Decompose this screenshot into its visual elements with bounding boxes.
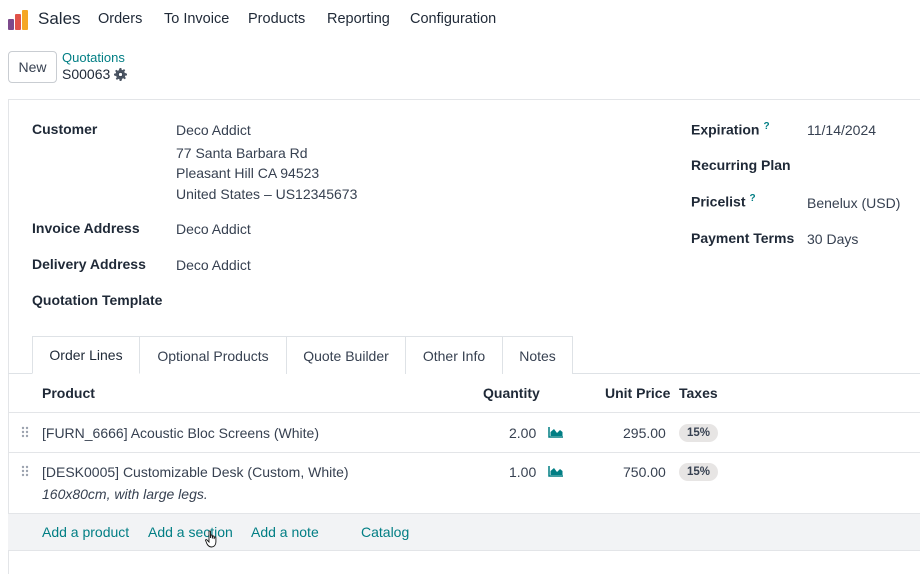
top-navbar: Sales Orders To Invoice Products Reporti… — [0, 0, 920, 40]
tab-order-lines[interactable]: Order Lines — [32, 336, 140, 374]
add-product-link[interactable]: Add a product — [42, 524, 129, 540]
tab-quote-builder[interactable]: Quote Builder — [286, 336, 406, 374]
nav-item-orders[interactable]: Orders — [98, 11, 142, 27]
column-header-product[interactable]: Product — [42, 385, 95, 401]
breadcrumb-quotations[interactable]: Quotations — [62, 50, 125, 65]
invoice-address-field[interactable]: Deco Addict — [176, 221, 251, 237]
pricelist-field[interactable]: Benelux (USD) — [807, 195, 900, 211]
column-header-unit-price[interactable]: Unit Price — [605, 385, 670, 401]
tab-other-info[interactable]: Other Info — [405, 336, 503, 374]
delivery-address-field[interactable]: Deco Addict — [176, 257, 251, 273]
row-1-quantity[interactable]: 2.00 — [509, 425, 536, 441]
add-note-link[interactable]: Add a note — [251, 524, 319, 540]
row-2-product[interactable]: [DESK0005] Customizable Desk (Custom, Wh… — [42, 464, 349, 480]
customer-label: Customer — [32, 121, 98, 137]
customer-country-vat: United States – US12345673 — [176, 186, 358, 202]
sales-logo-icon[interactable] — [8, 10, 28, 30]
app-name[interactable]: Sales — [38, 9, 81, 29]
nav-item-reporting[interactable]: Reporting — [327, 11, 390, 27]
row-2-description: 160x80cm, with large legs. — [42, 486, 208, 502]
nav-item-to-invoice[interactable]: To Invoice — [164, 11, 229, 27]
header-divider — [8, 412, 920, 413]
pricelist-label-text: Pricelist — [691, 193, 746, 210]
payment-terms-field[interactable]: 30 Days — [807, 231, 858, 247]
area-chart-icon[interactable] — [548, 426, 564, 438]
expiration-field[interactable]: 11/14/2024 — [807, 122, 876, 138]
gear-icon[interactable] — [114, 67, 128, 81]
row-1-product[interactable]: [FURN_6666] Acoustic Bloc Screens (White… — [42, 425, 319, 441]
quotation-template-label: Quotation Template — [32, 292, 163, 308]
customer-city: Pleasant Hill CA 94523 — [176, 165, 320, 181]
payment-terms-label: Payment Terms — [691, 230, 795, 246]
hand-cursor-icon — [205, 530, 217, 548]
add-line-row — [8, 513, 920, 551]
invoice-address-label: Invoice Address — [32, 220, 140, 236]
nav-item-configuration[interactable]: Configuration — [410, 11, 496, 27]
row-1-tax-badge[interactable]: 15% — [679, 424, 719, 442]
pricelist-tooltip-icon[interactable]: ? — [749, 193, 755, 204]
customer-name[interactable]: Deco Addict — [176, 122, 251, 138]
delivery-address-label: Delivery Address — [32, 256, 146, 272]
row-1-unit-price[interactable]: 295.00 — [623, 425, 666, 441]
drag-handle-icon[interactable] — [21, 426, 29, 438]
row-2-quantity[interactable]: 1.00 — [509, 464, 536, 480]
pricelist-label: Pricelist? — [691, 193, 756, 210]
column-header-taxes[interactable]: Taxes — [679, 385, 718, 401]
tab-optional-products[interactable]: Optional Products — [139, 336, 287, 374]
expiration-label: Expiration? — [691, 121, 770, 138]
customer-street: 77 Santa Barbara Rd — [176, 145, 308, 161]
column-header-quantity[interactable]: Quantity — [483, 385, 540, 401]
area-chart-icon[interactable] — [548, 465, 564, 477]
nav-item-products[interactable]: Products — [248, 11, 305, 27]
add-section-link[interactable]: Add a section — [148, 524, 233, 540]
breadcrumb-current: S00063 — [62, 66, 128, 82]
expiration-label-text: Expiration — [691, 121, 760, 138]
catalog-button[interactable]: Catalog — [361, 524, 409, 540]
recurring-plan-label: Recurring Plan — [691, 157, 791, 173]
new-button[interactable]: New — [8, 51, 57, 83]
row-divider — [8, 452, 920, 453]
drag-handle-icon[interactable] — [21, 465, 29, 477]
expiration-tooltip-icon[interactable]: ? — [763, 121, 769, 132]
row-2-tax-badge[interactable]: 15% — [679, 463, 719, 481]
row-2-unit-price[interactable]: 750.00 — [623, 464, 666, 480]
tab-notes[interactable]: Notes — [502, 336, 573, 374]
record-name: S00063 — [62, 66, 111, 82]
